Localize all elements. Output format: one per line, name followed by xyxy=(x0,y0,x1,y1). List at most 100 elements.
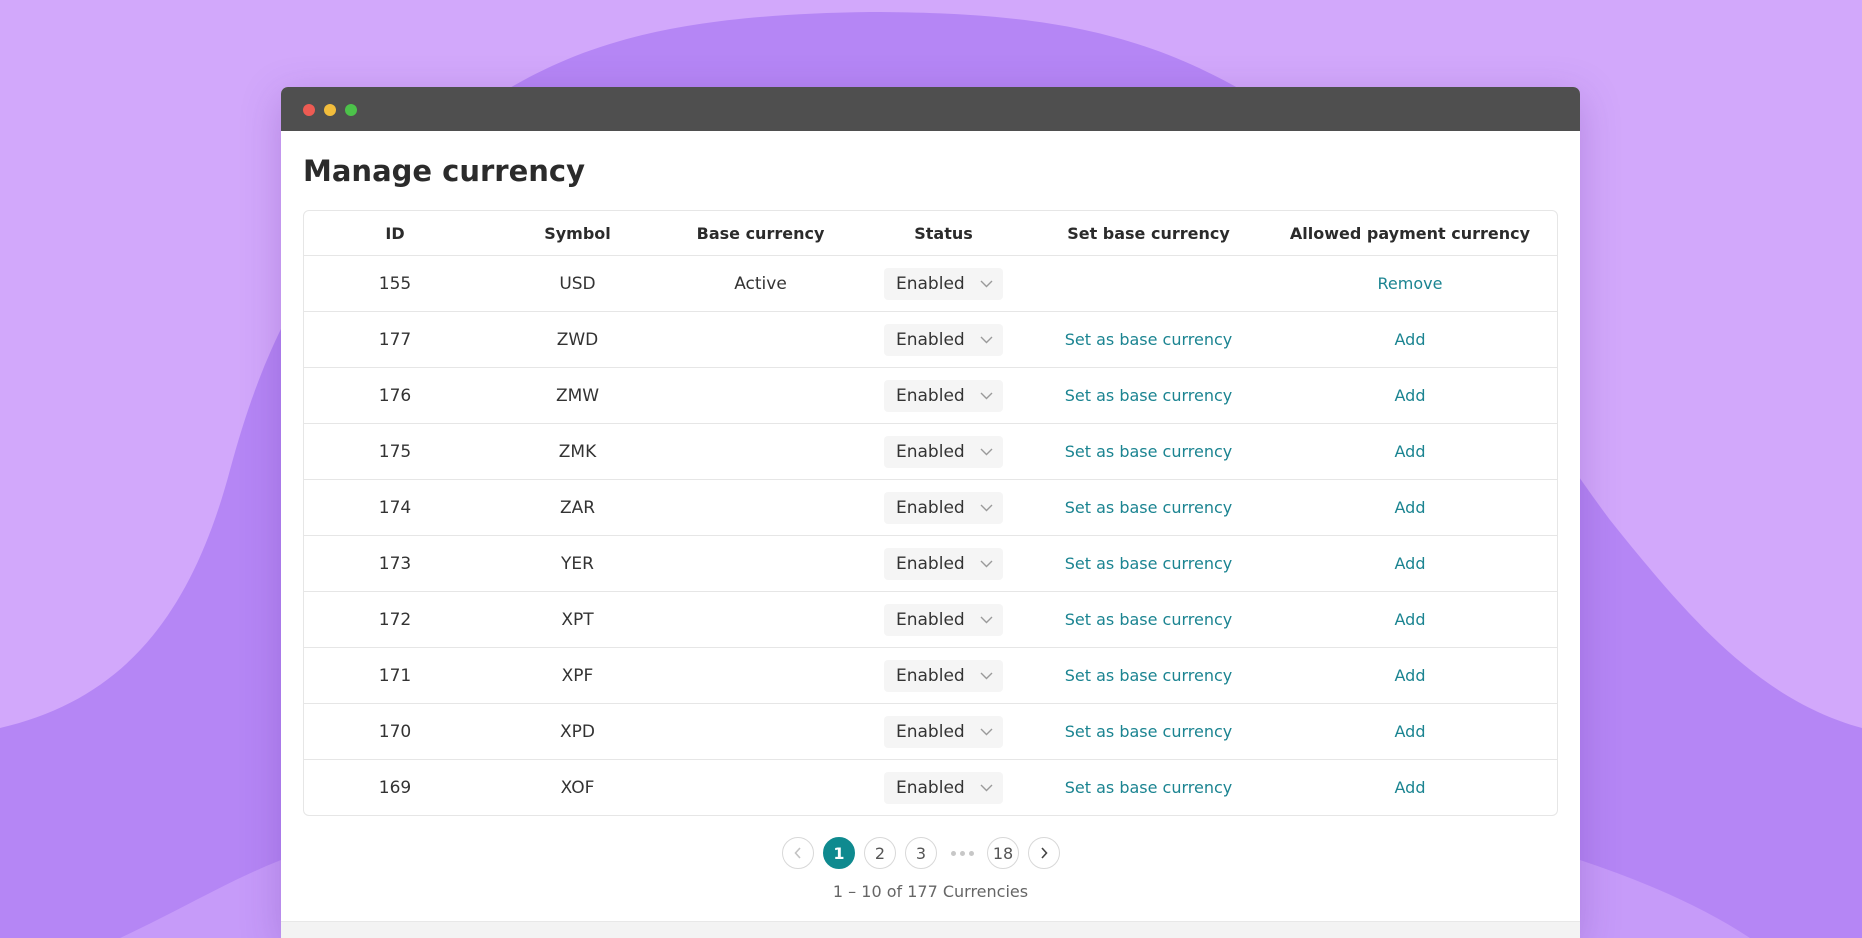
set-base-currency-link[interactable]: Set as base currency xyxy=(1065,666,1233,685)
cell-id: 172 xyxy=(304,591,486,648)
cell-set-base-currency: Set as base currency xyxy=(1035,311,1262,368)
cell-base-currency xyxy=(669,367,852,424)
status-dropdown[interactable]: Enabled xyxy=(884,603,1003,636)
header-symbol: Symbol xyxy=(486,211,669,256)
add-payment-currency-link[interactable]: Add xyxy=(1395,442,1426,461)
cell-base-currency xyxy=(669,647,852,704)
cell-base-currency xyxy=(669,311,852,368)
cell-allowed-payment-currency: Add xyxy=(1262,367,1557,424)
cell-id: 169 xyxy=(378,777,412,798)
chevron-left-icon xyxy=(794,847,801,859)
status-dropdown-value: Enabled xyxy=(896,665,965,686)
status-dropdown[interactable]: Enabled xyxy=(884,715,1003,748)
add-payment-currency-link[interactable]: Add xyxy=(1395,610,1426,629)
next-page-button[interactable] xyxy=(1028,837,1060,869)
cell-allowed-payment-currency: Add xyxy=(1262,647,1557,704)
add-payment-currency-link[interactable]: Add xyxy=(1395,666,1426,685)
table-row: 177 ZWD Enabled Set as base currency Add xyxy=(304,311,1557,368)
header-set-base-currency: Set base currency xyxy=(1035,211,1262,256)
chevron-down-icon xyxy=(980,672,993,679)
set-base-currency-link[interactable]: Set as base currency xyxy=(1065,778,1233,797)
status-dropdown-value: Enabled xyxy=(896,553,965,574)
cell-base-currency xyxy=(669,535,852,592)
minimize-window-icon[interactable] xyxy=(324,104,336,116)
chevron-down-icon xyxy=(980,392,993,399)
cell-id: 155 xyxy=(304,255,486,312)
cell-set-base-currency: Set as base currency xyxy=(1035,647,1262,704)
page-button-2[interactable]: 2 xyxy=(864,837,896,869)
table-row: 155 USD Active Enabled Remove xyxy=(304,255,1557,312)
cell-symbol: ZWD xyxy=(486,311,669,368)
page-button-1[interactable]: 1 xyxy=(823,837,855,869)
cell-allowed-payment-currency: Remove xyxy=(1262,255,1557,312)
set-base-currency-link[interactable]: Set as base currency xyxy=(1065,610,1233,629)
status-dropdown-value: Enabled xyxy=(896,777,965,798)
chevron-down-icon xyxy=(980,280,993,287)
add-payment-currency-link[interactable]: Add xyxy=(1395,778,1426,797)
set-base-currency-link[interactable]: Set as base currency xyxy=(1065,554,1233,573)
cell-set-base-currency: Set as base currency xyxy=(1035,535,1262,592)
status-dropdown[interactable]: Enabled xyxy=(884,547,1003,580)
table-row: 174 ZAR Enabled Set as base currency Add xyxy=(304,479,1557,536)
add-payment-currency-link[interactable]: Add xyxy=(1395,722,1426,741)
cell-set-base-currency: Set as base currency xyxy=(1035,591,1262,648)
cell-symbol: ZMW xyxy=(486,367,669,424)
prev-page-button[interactable] xyxy=(782,837,814,869)
table-row: 175 ZMK Enabled Set as base currency Add xyxy=(304,423,1557,480)
set-base-currency-link[interactable]: Set as base currency xyxy=(1065,498,1233,517)
page-button-3[interactable]: 3 xyxy=(905,837,937,869)
cell-symbol: XPF xyxy=(486,647,669,704)
cell-base-currency xyxy=(669,479,852,536)
cell-status: Enabled xyxy=(852,760,1035,816)
add-payment-currency-link[interactable]: Add xyxy=(1395,554,1426,573)
status-dropdown-value: Enabled xyxy=(896,609,965,630)
cell-allowed-payment-currency: Add xyxy=(1262,703,1557,760)
cell-id: 174 xyxy=(304,479,486,536)
status-dropdown-value: Enabled xyxy=(896,329,965,350)
set-base-currency-link[interactable]: Set as base currency xyxy=(1065,330,1233,349)
app-window: Manage currency ID Symbol Base currency xyxy=(281,87,1580,938)
table-row: 169 XOF Enabled Set as base currency Add xyxy=(304,760,1557,816)
header-base-currency: Base currency xyxy=(669,211,852,256)
chevron-down-icon xyxy=(980,728,993,735)
cell-id: 170 xyxy=(304,703,486,760)
status-dropdown[interactable]: Enabled xyxy=(884,771,1003,804)
header-allowed-payment-currency: Allowed payment currency xyxy=(1262,211,1557,256)
table-row: 176 ZMW Enabled Set as base currency Add xyxy=(304,367,1557,424)
add-payment-currency-link[interactable]: Add xyxy=(1395,330,1426,349)
ellipsis-icon[interactable] xyxy=(946,850,978,856)
status-dropdown[interactable]: Enabled xyxy=(884,323,1003,356)
cell-status: Enabled xyxy=(852,535,1035,592)
remove-payment-currency-link[interactable]: Remove xyxy=(1378,274,1443,293)
maximize-window-icon[interactable] xyxy=(345,104,357,116)
status-dropdown-value: Enabled xyxy=(896,273,965,294)
cell-status: Enabled xyxy=(852,479,1035,536)
status-dropdown-value: Enabled xyxy=(896,385,965,406)
status-dropdown[interactable]: Enabled xyxy=(884,435,1003,468)
table-header-row: ID Symbol Base currency Status Set base … xyxy=(304,211,1557,256)
status-dropdown[interactable]: Enabled xyxy=(884,659,1003,692)
add-payment-currency-link[interactable]: Add xyxy=(1395,386,1426,405)
cell-symbol: XPT xyxy=(486,591,669,648)
cell-allowed-payment-currency: Add xyxy=(1262,423,1557,480)
cell-symbol: XPD xyxy=(486,703,669,760)
status-dropdown[interactable]: Enabled xyxy=(884,491,1003,524)
set-base-currency-link[interactable]: Set as base currency xyxy=(1065,386,1233,405)
set-base-currency-link[interactable]: Set as base currency xyxy=(1065,442,1233,461)
status-dropdown[interactable]: Enabled xyxy=(884,267,1003,300)
table-row: 172 XPT Enabled Set as base currency Add xyxy=(304,591,1557,648)
cell-set-base-currency: Set as base currency xyxy=(1035,703,1262,760)
window-titlebar xyxy=(281,87,1580,131)
cell-set-base-currency: Set as base currency xyxy=(1035,367,1262,424)
status-dropdown[interactable]: Enabled xyxy=(884,379,1003,412)
cell-status: Enabled xyxy=(852,703,1035,760)
status-dropdown-value: Enabled xyxy=(896,441,965,462)
page-button-last[interactable]: 18 xyxy=(987,837,1019,869)
set-base-currency-link[interactable]: Set as base currency xyxy=(1065,722,1233,741)
header-status: Status xyxy=(852,211,1035,256)
chevron-down-icon xyxy=(980,336,993,343)
pagination-summary: 1 – 10 of 177 Currencies xyxy=(832,882,1029,901)
add-payment-currency-link[interactable]: Add xyxy=(1395,498,1426,517)
cell-allowed-payment-currency: Add xyxy=(1262,591,1557,648)
close-window-icon[interactable] xyxy=(303,104,315,116)
